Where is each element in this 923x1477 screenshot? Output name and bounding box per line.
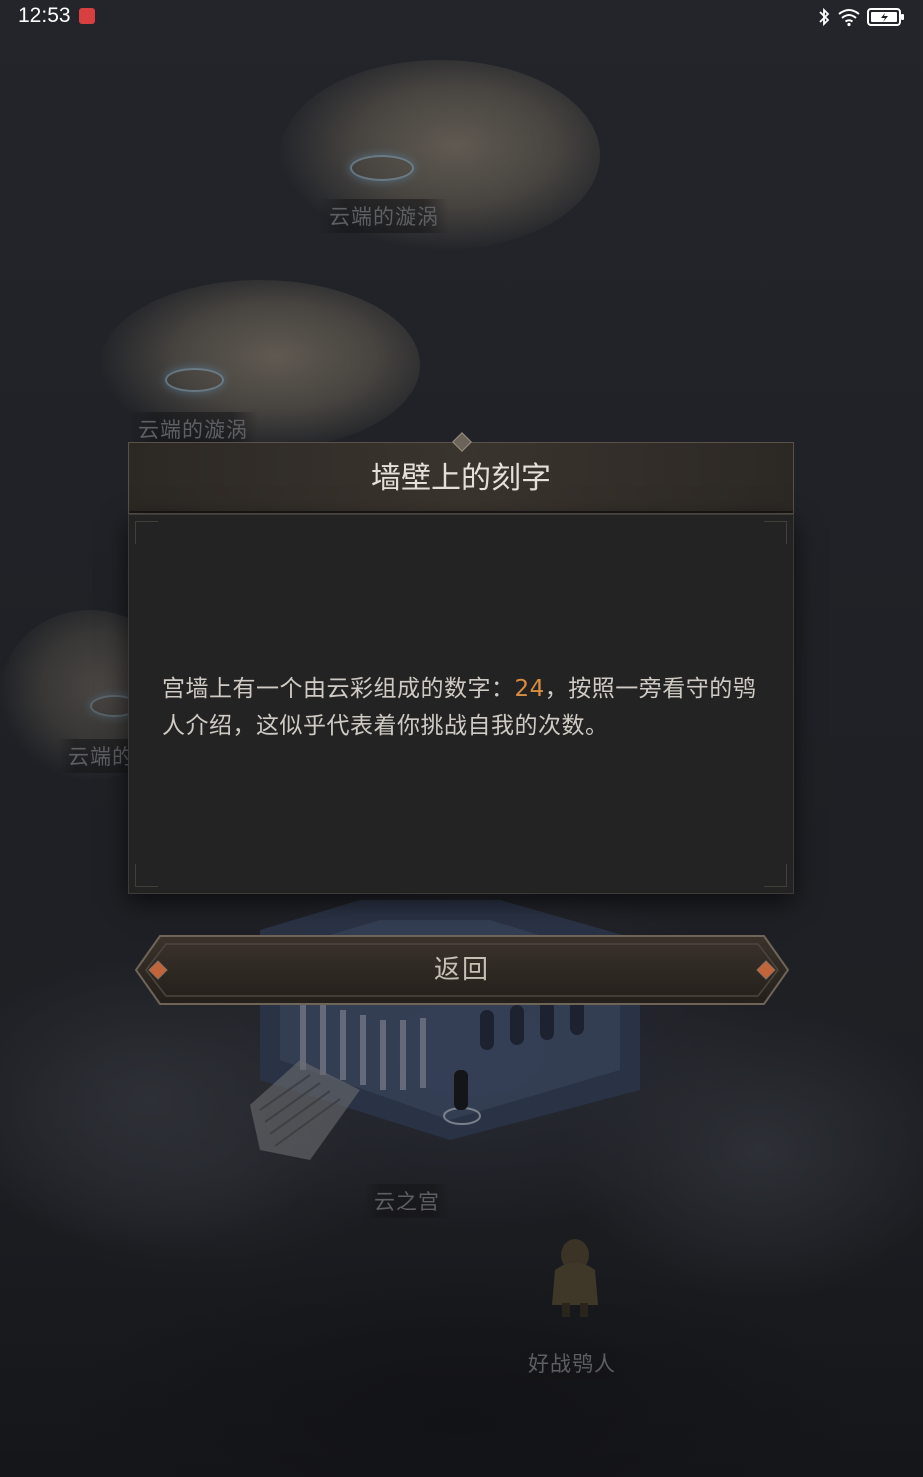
message-text: 宫墙上有一个由云彩组成的数字： [162, 676, 515, 702]
vortex-icon [350, 155, 414, 181]
map-location-label[interactable]: 云之宫 [364, 1184, 450, 1218]
back-button-label: 返回 [433, 955, 490, 985]
status-icons [817, 6, 905, 28]
corner-ornament [764, 521, 787, 544]
corner-ornament [764, 864, 787, 887]
back-button[interactable]: 返回 [134, 934, 790, 1006]
status-bar: 12:53 [0, 0, 923, 36]
cloud-palace-castle [250, 900, 640, 1160]
map-location-label[interactable]: 好战鸮人 [518, 1346, 626, 1380]
dialog-title: 墙壁上的刻字 [371, 461, 551, 496]
notification-icon [79, 8, 95, 24]
owl-man-npc[interactable] [540, 1225, 610, 1320]
dialog-header: 墙壁上的刻字 [128, 442, 794, 514]
challenge-count: 24 [514, 676, 545, 702]
inscription-dialog: 墙壁上的刻字 宫墙上有一个由云彩组成的数字：24，按照一旁看守的鸮人介绍，这似乎… [128, 432, 794, 894]
wifi-icon [838, 9, 860, 27]
map-location-label[interactable]: 云端的漩涡 [128, 412, 258, 446]
map-location-label[interactable]: 云端的漩涡 [319, 199, 449, 233]
dialog-message: 宫墙上有一个由云彩组成的数字：24，按照一旁看守的鸮人介绍，这似乎代表着你挑战自… [162, 671, 762, 745]
game-screen: 12:53 云端的漩涡 云端的漩涡 云端的 云之宫 好战鸮人 墙壁上的刻字 宫墙… [0, 0, 923, 1477]
corner-ornament [135, 864, 158, 887]
corner-ornament [135, 521, 158, 544]
bluetooth-icon [819, 7, 830, 27]
dialog-body: 宫墙上有一个由云彩组成的数字：24，按照一旁看守的鸮人介绍，这似乎代表着你挑战自… [128, 514, 794, 894]
status-time: 12:53 [18, 4, 71, 27]
vortex-icon [165, 368, 224, 392]
battery-icon [867, 8, 904, 26]
